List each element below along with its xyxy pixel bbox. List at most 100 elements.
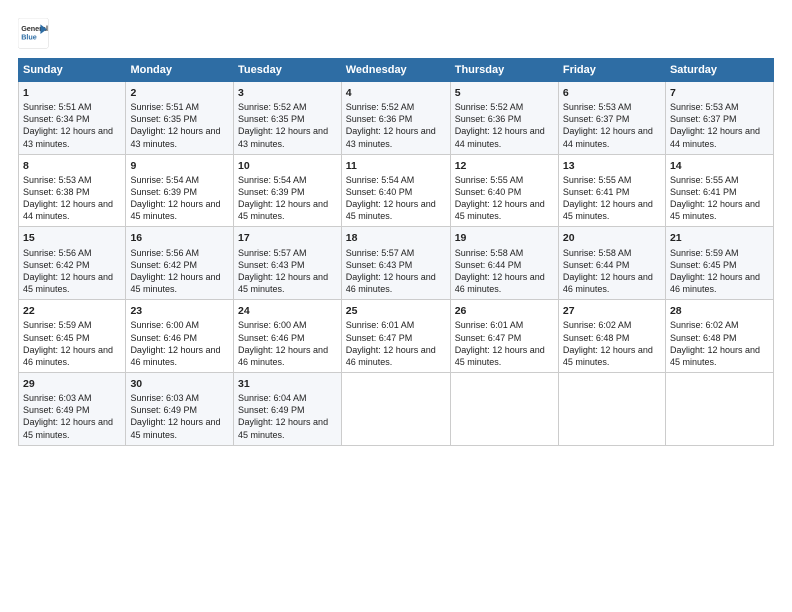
daylight-text: Daylight: 12 hours and 45 minutes. <box>238 272 328 294</box>
sunrise-text: Sunrise: 5:59 AM <box>23 320 92 330</box>
sunrise-text: Sunrise: 5:54 AM <box>238 175 307 185</box>
daylight-text: Daylight: 12 hours and 46 minutes. <box>23 345 113 367</box>
daylight-text: Daylight: 12 hours and 44 minutes. <box>455 126 545 148</box>
day-number: 13 <box>563 159 661 173</box>
calendar-cell: 7Sunrise: 5:53 AMSunset: 6:37 PMDaylight… <box>665 82 773 155</box>
sunrise-text: Sunrise: 6:01 AM <box>455 320 524 330</box>
sunrise-text: Sunrise: 5:53 AM <box>23 175 92 185</box>
day-number: 9 <box>130 159 229 173</box>
daylight-text: Daylight: 12 hours and 45 minutes. <box>346 199 436 221</box>
sunset-text: Sunset: 6:42 PM <box>130 260 197 270</box>
day-number: 3 <box>238 86 337 100</box>
daylight-text: Daylight: 12 hours and 43 minutes. <box>238 126 328 148</box>
header: General Blue <box>18 18 774 50</box>
calendar-week-row: 22Sunrise: 5:59 AMSunset: 6:45 PMDayligh… <box>19 300 774 373</box>
logo: General Blue <box>18 18 54 50</box>
weekday-header: Tuesday <box>234 59 342 82</box>
daylight-text: Daylight: 12 hours and 44 minutes. <box>670 126 760 148</box>
day-number: 30 <box>130 377 229 391</box>
sunset-text: Sunset: 6:49 PM <box>130 405 197 415</box>
calendar-cell: 12Sunrise: 5:55 AMSunset: 6:40 PMDayligh… <box>450 154 558 227</box>
sunrise-text: Sunrise: 6:02 AM <box>563 320 632 330</box>
day-number: 6 <box>563 86 661 100</box>
day-number: 2 <box>130 86 229 100</box>
calendar-cell: 20Sunrise: 5:58 AMSunset: 6:44 PMDayligh… <box>558 227 665 300</box>
calendar-cell: 27Sunrise: 6:02 AMSunset: 6:48 PMDayligh… <box>558 300 665 373</box>
sunset-text: Sunset: 6:44 PM <box>455 260 522 270</box>
day-number: 11 <box>346 159 446 173</box>
day-number: 17 <box>238 231 337 245</box>
calendar-cell: 26Sunrise: 6:01 AMSunset: 6:47 PMDayligh… <box>450 300 558 373</box>
sunset-text: Sunset: 6:47 PM <box>346 333 413 343</box>
day-number: 28 <box>670 304 769 318</box>
day-number: 23 <box>130 304 229 318</box>
daylight-text: Daylight: 12 hours and 45 minutes. <box>130 272 220 294</box>
sunset-text: Sunset: 6:39 PM <box>238 187 305 197</box>
sunset-text: Sunset: 6:49 PM <box>238 405 305 415</box>
day-number: 27 <box>563 304 661 318</box>
calendar-cell: 30 Sunrise: 6:03 AM Sunset: 6:49 PM Dayligh… <box>126 372 234 445</box>
daylight-text: Daylight: 12 hours and 45 minutes. <box>238 417 328 439</box>
sunrise-text: Sunrise: 6:01 AM <box>346 320 415 330</box>
daylight-text: Daylight: 12 hours and 45 minutes. <box>455 199 545 221</box>
weekday-header: Saturday <box>665 59 773 82</box>
calendar-cell: 29Sunrise: 6:03 AMSunset: 6:49 PMDayligh… <box>19 372 126 445</box>
weekday-header: Friday <box>558 59 665 82</box>
sunset-text: Sunset: 6:35 PM <box>130 114 197 124</box>
sunrise-text: Sunrise: 5:55 AM <box>563 175 632 185</box>
daylight-text: Daylight: 12 hours and 45 minutes. <box>563 199 653 221</box>
sunset-text: Sunset: 6:35 PM <box>238 114 305 124</box>
calendar-cell: 17Sunrise: 5:57 AMSunset: 6:43 PMDayligh… <box>234 227 342 300</box>
sunset-text: Sunset: 6:37 PM <box>563 114 630 124</box>
day-number: 5 <box>455 86 554 100</box>
sunrise-text: Sunrise: 5:51 AM <box>130 102 199 112</box>
sunset-text: Sunset: 6:41 PM <box>563 187 630 197</box>
daylight-text: Daylight: 12 hours and 43 minutes. <box>346 126 436 148</box>
header-row: SundayMondayTuesdayWednesdayThursdayFrid… <box>19 59 774 82</box>
sunrise-text: Sunrise: 5:59 AM <box>670 248 739 258</box>
sunrise-text: Sunrise: 5:58 AM <box>455 248 524 258</box>
daylight-text: Daylight: 12 hours and 45 minutes. <box>238 199 328 221</box>
sunrise-text: Sunrise: 5:52 AM <box>346 102 415 112</box>
calendar-cell <box>450 372 558 445</box>
calendar-cell: 31Sunrise: 6:04 AMSunset: 6:49 PMDayligh… <box>234 372 342 445</box>
day-number: 10 <box>238 159 337 173</box>
sunset-text: Sunset: 6:45 PM <box>23 333 90 343</box>
sunset-text: Sunset: 6:46 PM <box>130 333 197 343</box>
daylight-text: Daylight: 12 hours and 45 minutes. <box>23 272 113 294</box>
calendar-cell: 16Sunrise: 5:56 AMSunset: 6:42 PMDayligh… <box>126 227 234 300</box>
daylight-text: Daylight: 12 hours and 45 minutes. <box>563 345 653 367</box>
sunset-text: Sunset: 6:43 PM <box>346 260 413 270</box>
daylight-text: Daylight: 12 hours and 45 minutes. <box>130 417 220 439</box>
calendar-cell: 9Sunrise: 5:54 AMSunset: 6:39 PMDaylight… <box>126 154 234 227</box>
daylight-text: Daylight: 12 hours and 44 minutes. <box>23 199 113 221</box>
sunrise-text: Sunrise: 5:53 AM <box>670 102 739 112</box>
sunrise-text: Sunrise: 5:51 AM <box>23 102 92 112</box>
sunrise-text: Sunrise: 5:57 AM <box>238 248 307 258</box>
sunrise-text: Sunrise: 6:03 AM <box>23 393 92 403</box>
day-number: 26 <box>455 304 554 318</box>
weekday-header: Monday <box>126 59 234 82</box>
calendar-cell: 13 Sunrise: 5:55 AM Sunset: 6:41 PM Dayligh… <box>558 154 665 227</box>
sunset-text: Sunset: 6:36 PM <box>346 114 413 124</box>
sunset-text: Sunset: 6:46 PM <box>238 333 305 343</box>
calendar-cell: 18Sunrise: 5:57 AMSunset: 6:43 PMDayligh… <box>341 227 450 300</box>
daylight-text: Daylight: 12 hours and 45 minutes. <box>670 199 760 221</box>
day-number: 16 <box>130 231 229 245</box>
daylight-text: Daylight: 12 hours and 45 minutes. <box>130 199 220 221</box>
sunrise-text: Sunrise: 6:03 AM <box>130 393 199 403</box>
calendar-cell: 10 Sunrise: 5:54 AM Sunset: 6:39 PM Dayligh… <box>234 154 342 227</box>
calendar-cell: 1Sunrise: 5:51 AMSunset: 6:34 PMDaylight… <box>19 82 126 155</box>
sunset-text: Sunset: 6:45 PM <box>670 260 737 270</box>
sunrise-text: Sunrise: 5:52 AM <box>238 102 307 112</box>
sunset-text: Sunset: 6:41 PM <box>670 187 737 197</box>
calendar-cell: 2Sunrise: 5:51 AMSunset: 6:35 PMDaylight… <box>126 82 234 155</box>
sunset-text: Sunset: 6:40 PM <box>455 187 522 197</box>
daylight-text: Daylight: 12 hours and 44 minutes. <box>563 126 653 148</box>
weekday-header: Sunday <box>19 59 126 82</box>
weekday-header: Thursday <box>450 59 558 82</box>
daylight-text: Daylight: 12 hours and 46 minutes. <box>670 272 760 294</box>
calendar-cell: 6Sunrise: 5:53 AMSunset: 6:37 PMDaylight… <box>558 82 665 155</box>
calendar-cell: 4Sunrise: 5:52 AMSunset: 6:36 PMDaylight… <box>341 82 450 155</box>
daylight-text: Daylight: 12 hours and 46 minutes. <box>563 272 653 294</box>
